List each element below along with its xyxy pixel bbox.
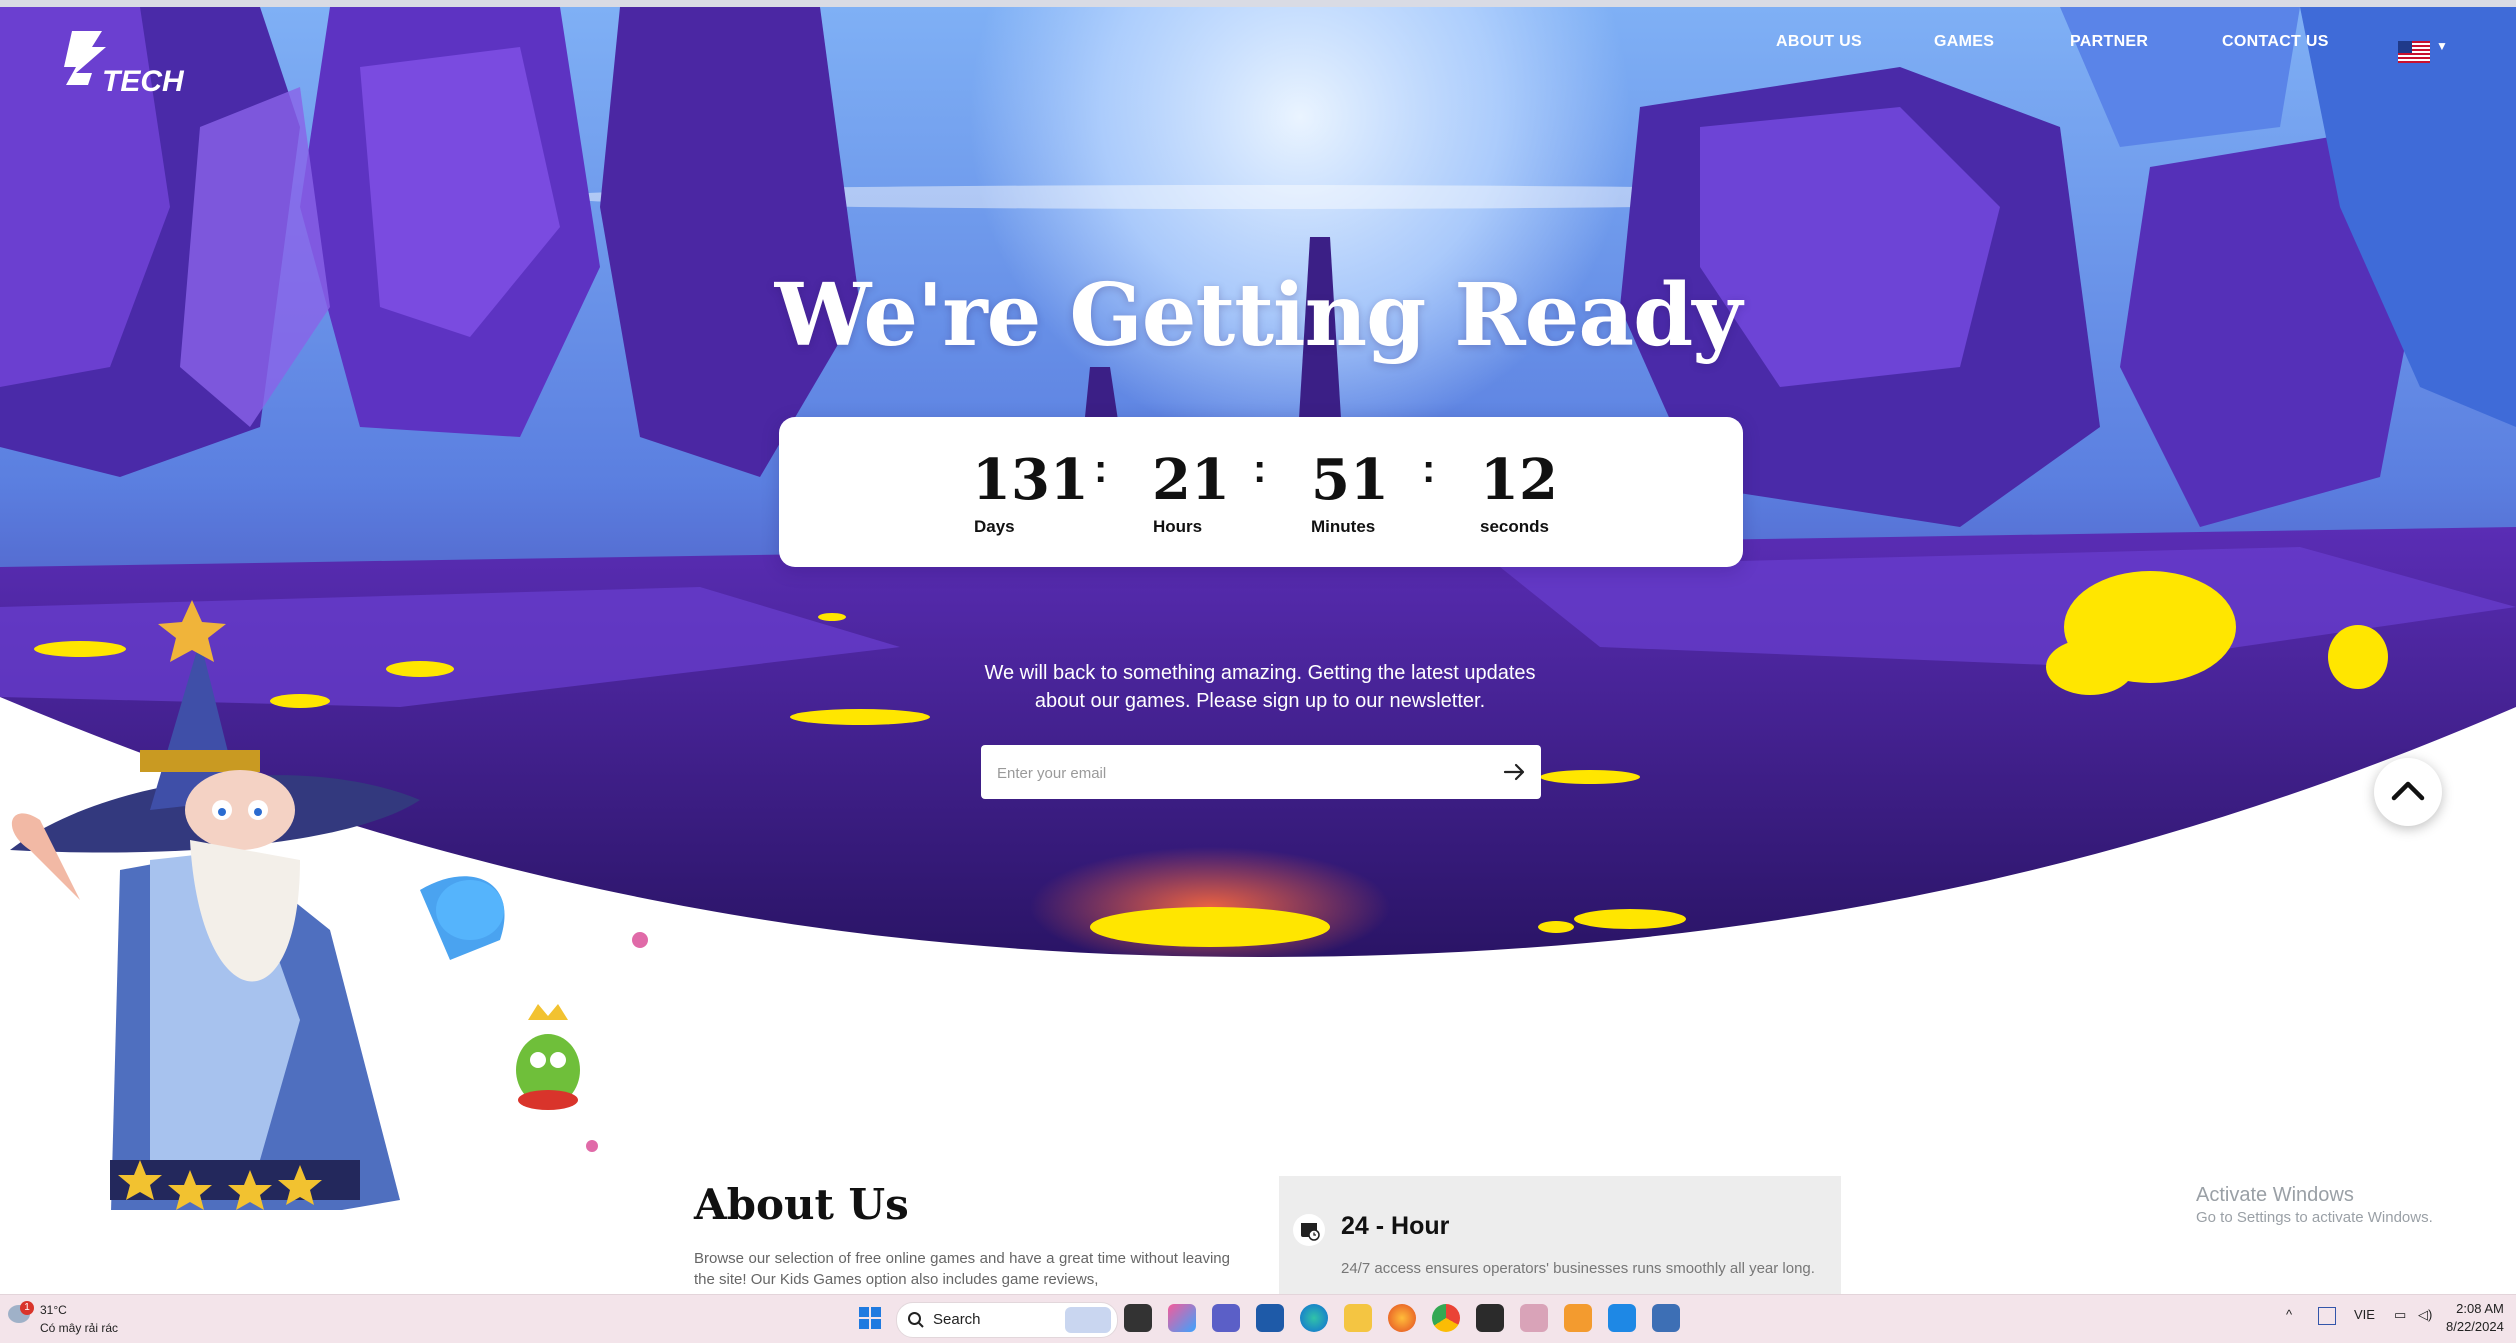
weather-desc: Có mây rải rác: [40, 1321, 119, 1335]
show-hidden-icons-chevron-icon[interactable]: ^: [2286, 1307, 2292, 1322]
countdown-days-label: Days: [974, 517, 1015, 536]
countdown-hours: 21: [1152, 447, 1230, 513]
search-icon: [908, 1312, 924, 1328]
vscode-icon[interactable]: [1608, 1304, 1636, 1332]
about-us-heading: About Us: [694, 1180, 909, 1229]
copilot-icon[interactable]: [1168, 1304, 1196, 1332]
weather-temp: 31°C: [40, 1303, 67, 1317]
countdown-hours-label: Hours: [1153, 517, 1203, 536]
notification-badge: 1: [20, 1301, 34, 1315]
email-input[interactable]: [995, 745, 1479, 801]
search-label: Search: [933, 1311, 981, 1328]
about-us-text: Browse our selection of free online game…: [694, 1250, 1230, 1288]
activate-windows-line1: Activate Windows: [2196, 1184, 2354, 1206]
chevron-up-icon: [2391, 781, 2425, 801]
terminal-icon[interactable]: [1476, 1304, 1504, 1332]
windows-taskbar: 1 31°C Có mây rải rác Search ^ VIE ▭ ◁) …: [0, 1294, 2516, 1343]
activate-windows-watermark: Activate Windows Go to Settings to activ…: [2196, 1184, 2433, 1226]
task-view-icon[interactable]: [1124, 1304, 1152, 1332]
taskbar-search[interactable]: Search: [896, 1302, 1118, 1338]
hero-title: We're Getting Ready: [774, 265, 1742, 366]
language-indicator[interactable]: VIE: [2354, 1307, 2375, 1322]
activate-windows-line2: Go to Settings to activate Windows.: [2196, 1209, 2433, 1226]
search-highlight-icon: [1065, 1307, 1111, 1333]
clock-date: 8/22/2024: [2446, 1319, 2504, 1334]
countdown-separator: :: [1253, 447, 1267, 491]
newsletter-form: [981, 745, 1541, 801]
nav-partner[interactable]: PARTNER: [2070, 33, 2148, 51]
windows-start-icon[interactable]: [856, 1304, 884, 1332]
chrome-icon[interactable]: [1432, 1304, 1460, 1332]
clock-time: 2:08 AM: [2456, 1301, 2504, 1316]
chevron-down-icon[interactable]: ▼: [2436, 39, 2448, 53]
countdown-minutes-label: Minutes: [1311, 517, 1376, 536]
logo-text: TECH: [102, 65, 185, 98]
countdown-minutes: 51: [1311, 447, 1389, 513]
volume-icon[interactable]: ◁): [2418, 1307, 2432, 1323]
taskbar-clock[interactable]: 2:08 AM 8/22/2024: [2446, 1300, 2504, 1336]
scroll-to-top-button[interactable]: [2374, 758, 2442, 826]
nav-about-us[interactable]: ABOUT US: [1776, 33, 1862, 51]
snipping-tool-icon[interactable]: [1520, 1304, 1548, 1332]
wizard-character-illustration: [10, 600, 648, 1210]
countdown-separator: :: [1094, 447, 1108, 491]
countdown-box: 131 Days : 21 Hours : 51 Minutes : 12 se…: [779, 417, 1743, 567]
store-icon[interactable]: [1256, 1304, 1284, 1332]
calculator-icon[interactable]: [1652, 1304, 1680, 1332]
file-explorer-icon[interactable]: [1344, 1304, 1372, 1332]
arrow-right-icon[interactable]: [1497, 755, 1531, 789]
firefox-icon[interactable]: [1388, 1304, 1416, 1332]
feature-card-24-hour: 24 - Hour 24/7 access ensures operators'…: [1279, 1176, 1841, 1296]
nav-games[interactable]: GAMES: [1934, 33, 1994, 51]
ctech-logo[interactable]: TECH: [62, 29, 192, 107]
cloud-app-icon[interactable]: [1564, 1304, 1592, 1332]
us-flag-icon[interactable]: [2398, 41, 2430, 63]
feature-card-title: 24 - Hour: [1341, 1212, 1450, 1240]
edge-browser-icon[interactable]: [1300, 1304, 1328, 1332]
countdown-seconds: 12: [1480, 447, 1558, 513]
network-icon[interactable]: ▭: [2394, 1307, 2406, 1323]
feature-card-text: 24/7 access ensures operators' businesse…: [1341, 1260, 1815, 1277]
nav-contact-us[interactable]: CONTACT US: [2222, 33, 2329, 51]
calendar-clock-icon: [1293, 1214, 1325, 1246]
teams-icon[interactable]: [1212, 1304, 1240, 1332]
countdown-days: 131: [972, 447, 1089, 513]
browser-top-strip: [0, 0, 2516, 7]
countdown-seconds-label: seconds: [1480, 517, 1549, 536]
tray-app-icon[interactable]: [2318, 1307, 2336, 1325]
newsletter-message: We will back to something amazing. Getti…: [984, 662, 1536, 712]
countdown-separator: :: [1422, 447, 1436, 491]
